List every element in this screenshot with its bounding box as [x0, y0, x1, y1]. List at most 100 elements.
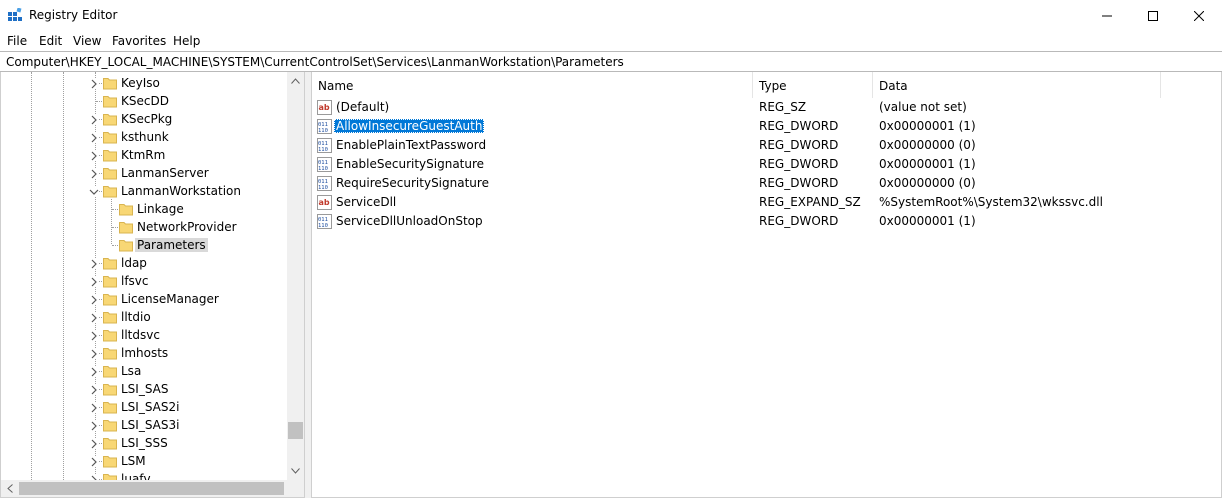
tree-item[interactable]: KeyIso [1, 74, 287, 92]
tree-item-label: LSM [121, 454, 146, 468]
tree-item[interactable]: LSI_SSS [1, 434, 287, 452]
value-type: REG_DWORD [759, 176, 839, 190]
value-row[interactable]: 011 110 EnableSecuritySignature REG_DWORD 0x… [312, 155, 1212, 174]
tree-item-label: lltdsvc [121, 328, 160, 342]
menu-view[interactable]: View [73, 34, 101, 48]
value-name: RequireSecuritySignature [336, 176, 489, 190]
menu-edit[interactable]: Edit [39, 34, 62, 48]
tree-vscroll-thumb[interactable] [288, 422, 303, 439]
folder-icon [103, 310, 117, 324]
tree-item[interactable]: Parameters [1, 236, 287, 254]
folder-icon [103, 400, 117, 414]
folder-icon [103, 346, 117, 360]
value-name: AllowInsecureGuestAuth [334, 119, 485, 133]
folder-icon [103, 274, 117, 288]
scroll-left-icon[interactable] [1, 480, 18, 497]
tree-item[interactable]: Linkage [1, 200, 287, 218]
folder-icon [103, 436, 117, 450]
chevron-right-icon[interactable] [89, 420, 99, 431]
key-tree-pane: KeyIso KSecDD KSecPkg ksthunk KtmRm LanmanSer… [0, 72, 305, 498]
scroll-up-icon[interactable] [287, 72, 304, 89]
value-type: REG_SZ [759, 100, 807, 114]
tree-item[interactable]: lmhosts [1, 344, 287, 362]
menu-file[interactable]: File [7, 34, 27, 48]
tree-item[interactable]: LanmanWorkstation [1, 182, 287, 200]
column-header-type[interactable]: Type [753, 72, 873, 98]
chevron-right-icon[interactable] [89, 312, 99, 323]
column-header-data-label: Data [879, 79, 908, 93]
tree-item[interactable]: LSI_SAS [1, 380, 287, 398]
chevron-right-icon[interactable] [89, 384, 99, 395]
chevron-right-icon[interactable] [89, 456, 99, 467]
svg-text:110: 110 [318, 128, 328, 134]
tree-branch-line [96, 101, 102, 102]
tree-item[interactable]: ldap [1, 254, 287, 272]
folder-icon [103, 184, 117, 198]
tree-item[interactable]: LSI_SAS3i [1, 416, 287, 434]
tree-hscroll-thumb[interactable] [19, 482, 284, 495]
value-row[interactable]: ab ServiceDll REG_EXPAND_SZ %SystemRoot%\Sy… [312, 193, 1212, 212]
chevron-right-icon[interactable] [89, 366, 99, 377]
chevron-right-icon[interactable] [89, 168, 99, 179]
tree-item-label: LanmanServer [121, 166, 209, 180]
tree-item[interactable]: Lsa [1, 362, 287, 380]
chevron-right-icon[interactable] [89, 150, 99, 161]
folder-icon [103, 328, 117, 342]
tree-item[interactable]: NetworkProvider [1, 218, 287, 236]
folder-icon [119, 220, 133, 234]
menu-favorites[interactable]: Favorites [112, 34, 166, 48]
value-type: REG_DWORD [759, 214, 839, 228]
address-bar[interactable]: Computer\HKEY_LOCAL_MACHINE\SYSTEM\Curre… [0, 51, 1222, 72]
value-row[interactable]: 011 110 EnablePlainTextPassword REG_DWORD 0x… [312, 136, 1212, 155]
tree-item[interactable]: KtmRm [1, 146, 287, 164]
tree-item[interactable]: LanmanServer [1, 164, 287, 182]
binary-value-icon: 011 110 [317, 176, 332, 191]
tree-item[interactable]: lltdsvc [1, 326, 287, 344]
tree-item[interactable]: LSM [1, 452, 287, 470]
tree-item[interactable]: LicenseManager [1, 290, 287, 308]
folder-icon [103, 454, 117, 468]
tree-item[interactable]: KSecPkg [1, 110, 287, 128]
tree-item[interactable]: lfsvc [1, 272, 287, 290]
maximize-button[interactable] [1130, 0, 1176, 31]
tree-item[interactable]: LSI_SAS2i [1, 398, 287, 416]
chevron-right-icon[interactable] [89, 276, 99, 287]
menu-help[interactable]: Help [173, 34, 200, 48]
maximize-icon [1148, 10, 1158, 21]
tree-branch-line [112, 209, 118, 210]
tree-item-label: lltdio [121, 310, 151, 324]
chevron-right-icon[interactable] [89, 78, 99, 89]
chevron-right-icon[interactable] [89, 294, 99, 305]
tree-horizontal-scrollbar[interactable] [1, 480, 304, 497]
tree-item-label: LSI_SAS3i [121, 418, 180, 432]
value-data: (value not set) [879, 100, 967, 114]
minimize-button[interactable] [1084, 0, 1130, 31]
value-row[interactable]: 011 110 RequireSecuritySignature REG_DWORD 0… [312, 174, 1212, 193]
chevron-right-icon[interactable] [89, 132, 99, 143]
value-row[interactable]: 011 110 AllowInsecureGuestAuth REG_DWORD 0x0… [312, 117, 1212, 136]
title-bar: Registry Editor [0, 0, 1222, 31]
chevron-right-icon[interactable] [89, 114, 99, 125]
svg-text:110: 110 [318, 223, 328, 229]
value-row[interactable]: 011 110 ServiceDllUnloadOnStop REG_DWORD 0x0… [312, 212, 1212, 231]
chevron-right-icon[interactable] [89, 258, 99, 269]
tree-branch-line [112, 245, 118, 246]
tree-item[interactable]: lltdio [1, 308, 287, 326]
tree-item-label: LSI_SAS [121, 382, 169, 396]
column-header-name[interactable]: Name [312, 72, 753, 98]
chevron-down-icon[interactable] [89, 186, 99, 196]
value-row[interactable]: ab (Default) REG_SZ (value not set) [312, 98, 1212, 117]
tree-item[interactable]: ksthunk [1, 128, 287, 146]
value-data: 0x00000001 (1) [879, 119, 976, 133]
column-header-data[interactable]: Data [873, 72, 1161, 98]
scroll-down-icon[interactable] [287, 462, 304, 479]
tree-item[interactable]: KSecDD [1, 92, 287, 110]
chevron-right-icon[interactable] [89, 348, 99, 359]
chevron-right-icon[interactable] [89, 402, 99, 413]
chevron-right-icon[interactable] [89, 438, 99, 449]
close-button[interactable] [1176, 0, 1222, 31]
tree-vertical-scrollbar[interactable] [287, 72, 304, 480]
value-name: (Default) [336, 100, 390, 114]
chevron-right-icon[interactable] [89, 330, 99, 341]
column-divider[interactable] [1160, 72, 1161, 98]
